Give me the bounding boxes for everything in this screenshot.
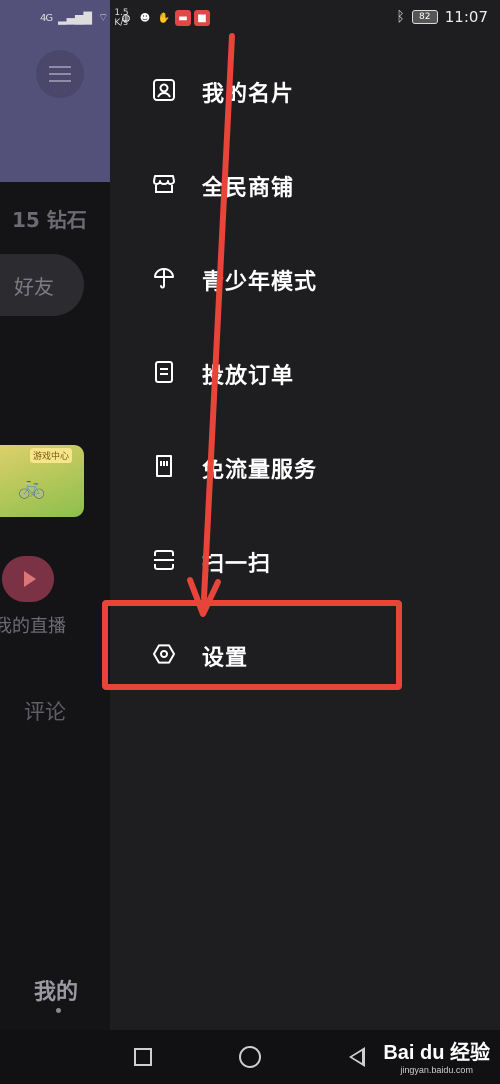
clock: 11:07 [444, 8, 488, 26]
menu-item-shop[interactable]: 全民商铺 [110, 144, 500, 224]
cyclist-icon: 🚲 [18, 475, 46, 500]
game-center-banner[interactable]: 游戏中心 🚲 [0, 445, 84, 517]
bluetooth-icon: ᛒ [396, 9, 405, 25]
settings-icon [152, 644, 176, 664]
menu-item-label: 全民商铺 [202, 176, 295, 201]
menu-item-orders[interactable]: 投放订单 [110, 332, 500, 412]
back-triangle-icon [349, 1047, 365, 1067]
sim-card-icon [156, 455, 172, 477]
diamond-count: 15 钻石 [12, 208, 87, 232]
comment-tab[interactable]: 评论 [24, 696, 66, 726]
menu-item-teen-mode[interactable]: 青少年模式 [110, 238, 500, 318]
profile-card-icon [153, 79, 175, 101]
battery-icon: 82 [411, 10, 438, 24]
menu-item-free-data[interactable]: 免流量服务 [110, 426, 500, 506]
tab-indicator-dot [56, 1008, 61, 1013]
recent-apps-button[interactable] [128, 1042, 158, 1072]
wifi-icon: ⌔ [97, 11, 109, 24]
order-icon [155, 361, 173, 383]
hamburger-icon [49, 66, 71, 82]
system-nav-bar: Bai du 经验 jingyan.baidu.com [0, 1030, 500, 1084]
play-icon [23, 571, 36, 587]
vpn-icon: ◍ [121, 12, 131, 24]
notification-icons: ◍ ☻ ✋ ▬ ■ [118, 10, 210, 26]
app-red-icon: ▬ [175, 10, 191, 26]
signal-icon: ▂▄▆█ [58, 11, 92, 25]
tab-mine[interactable]: 我的 [34, 974, 78, 1006]
add-friend-button[interactable]: 好友 [0, 254, 84, 316]
menu-item-label: 我的名片 [202, 82, 295, 107]
status-right: ᛒ 82 11:07 [396, 8, 488, 26]
menu-item-settings[interactable]: 设置 [110, 614, 500, 694]
circle-icon [239, 1046, 261, 1068]
hand-icon: ✋ [157, 12, 171, 24]
menu-item-scan[interactable]: 扫一扫 [110, 520, 500, 600]
my-live-label: 我的直播 [0, 616, 66, 637]
teen-umbrella-icon [154, 268, 174, 289]
menu-item-my-card[interactable]: 我的名片 [110, 50, 500, 130]
watermark-url: jingyan.baidu.com [400, 1065, 473, 1075]
status-bar: 4G ▂▄▆█ ⌔ 1.5 K/s ◍ ☻ ✋ ▬ ■ ᛒ 82 11:07 [0, 0, 500, 36]
friend-button-label: 好友 [14, 274, 54, 299]
my-live-button[interactable] [2, 556, 54, 602]
menu-item-label: 免流量服务 [202, 458, 318, 483]
back-button[interactable] [342, 1042, 372, 1072]
shop-icon [153, 175, 175, 193]
menu-button[interactable] [36, 50, 84, 98]
square-icon [134, 1048, 152, 1066]
menu-item-label: 扫一扫 [202, 552, 272, 577]
background-profile-page: 15 钻石 好友 游戏中心 🚲 我的直播 评论 我的 [0, 0, 110, 1030]
qq-icon: ☻ [139, 12, 151, 24]
menu-item-label: 投放订单 [202, 364, 295, 389]
home-button[interactable] [235, 1042, 265, 1072]
game-center-tag: 游戏中心 [30, 448, 73, 463]
baidu-jingyan-watermark: Bai du 经验 jingyan.baidu.com [383, 1036, 490, 1075]
side-drawer: 我的名片 全民商铺 青少年模式 投放订单 免流量服务 扫一扫 设置 [110, 0, 500, 1030]
network-indicator: 4G [40, 12, 53, 24]
scan-icon [154, 550, 174, 570]
menu-item-label: 青少年模式 [202, 270, 318, 295]
menu-item-label: 设置 [202, 646, 249, 671]
watermark-logo: Bai du 经验 [383, 1042, 490, 1064]
app-red-icon-2: ■ [194, 10, 210, 26]
